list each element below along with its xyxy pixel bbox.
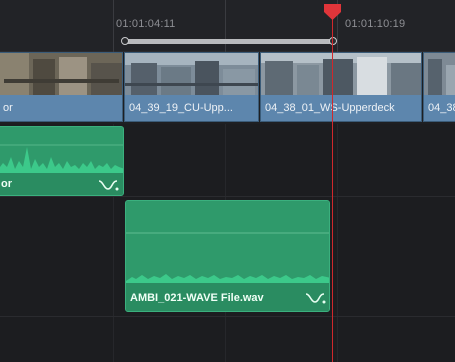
clip-thumbnail — [125, 53, 258, 95]
video-clip-label: 04_38_01_WS-Upperdeck — [261, 95, 421, 121]
ruler-tick — [113, 0, 114, 52]
range-in-handle[interactable] — [121, 37, 129, 45]
video-clip[interactable]: 04_38_01_WS-Upperdeck — [260, 52, 422, 122]
audio-clip-label: AMBI_021-WAVE File.wav — [126, 283, 329, 311]
grid-line — [337, 124, 338, 362]
fade-curve-icon[interactable] — [97, 178, 119, 192]
ruler-tick — [225, 0, 226, 52]
video-clip[interactable]: 04_39_19_CU-Upp... — [124, 52, 259, 122]
clip-thumbnail — [424, 53, 455, 95]
track-separator — [0, 196, 455, 197]
video-clip-label: or — [0, 95, 122, 121]
audio-clip[interactable]: or — [0, 126, 124, 196]
in-out-range-bar[interactable] — [124, 39, 332, 44]
timeline-panel[interactable]: 01:01:04:11 01:01:10:19 or 04_39_19_CU-U… — [0, 0, 455, 362]
video-clip[interactable]: 04_38 — [423, 52, 455, 122]
track-separator — [0, 316, 455, 317]
timecode-ruler[interactable]: 01:01:04:11 01:01:10:19 — [0, 0, 455, 52]
audio-waveform — [126, 201, 329, 283]
range-out-handle[interactable] — [329, 37, 337, 45]
timecode-label-right: 01:01:10:19 — [345, 18, 406, 30]
timecode-label-left: 01:01:04:11 — [116, 18, 176, 30]
playhead-marker-icon[interactable] — [324, 4, 341, 20]
fade-curve-icon[interactable] — [304, 291, 326, 305]
video-clip-label: 04_39_19_CU-Upp... — [125, 95, 258, 121]
clip-thumbnail — [0, 53, 122, 95]
playhead-line[interactable] — [332, 10, 333, 362]
video-clip-label: 04_38 — [424, 95, 455, 121]
audio-clip[interactable]: AMBI_021-WAVE File.wav — [125, 200, 330, 312]
audio-waveform — [0, 127, 123, 173]
video-track: or 04_39_19_CU-Upp... 04_38_01_WS-Upperd… — [0, 52, 455, 124]
clip-thumbnail — [261, 53, 421, 95]
video-clip[interactable]: or — [0, 52, 123, 122]
